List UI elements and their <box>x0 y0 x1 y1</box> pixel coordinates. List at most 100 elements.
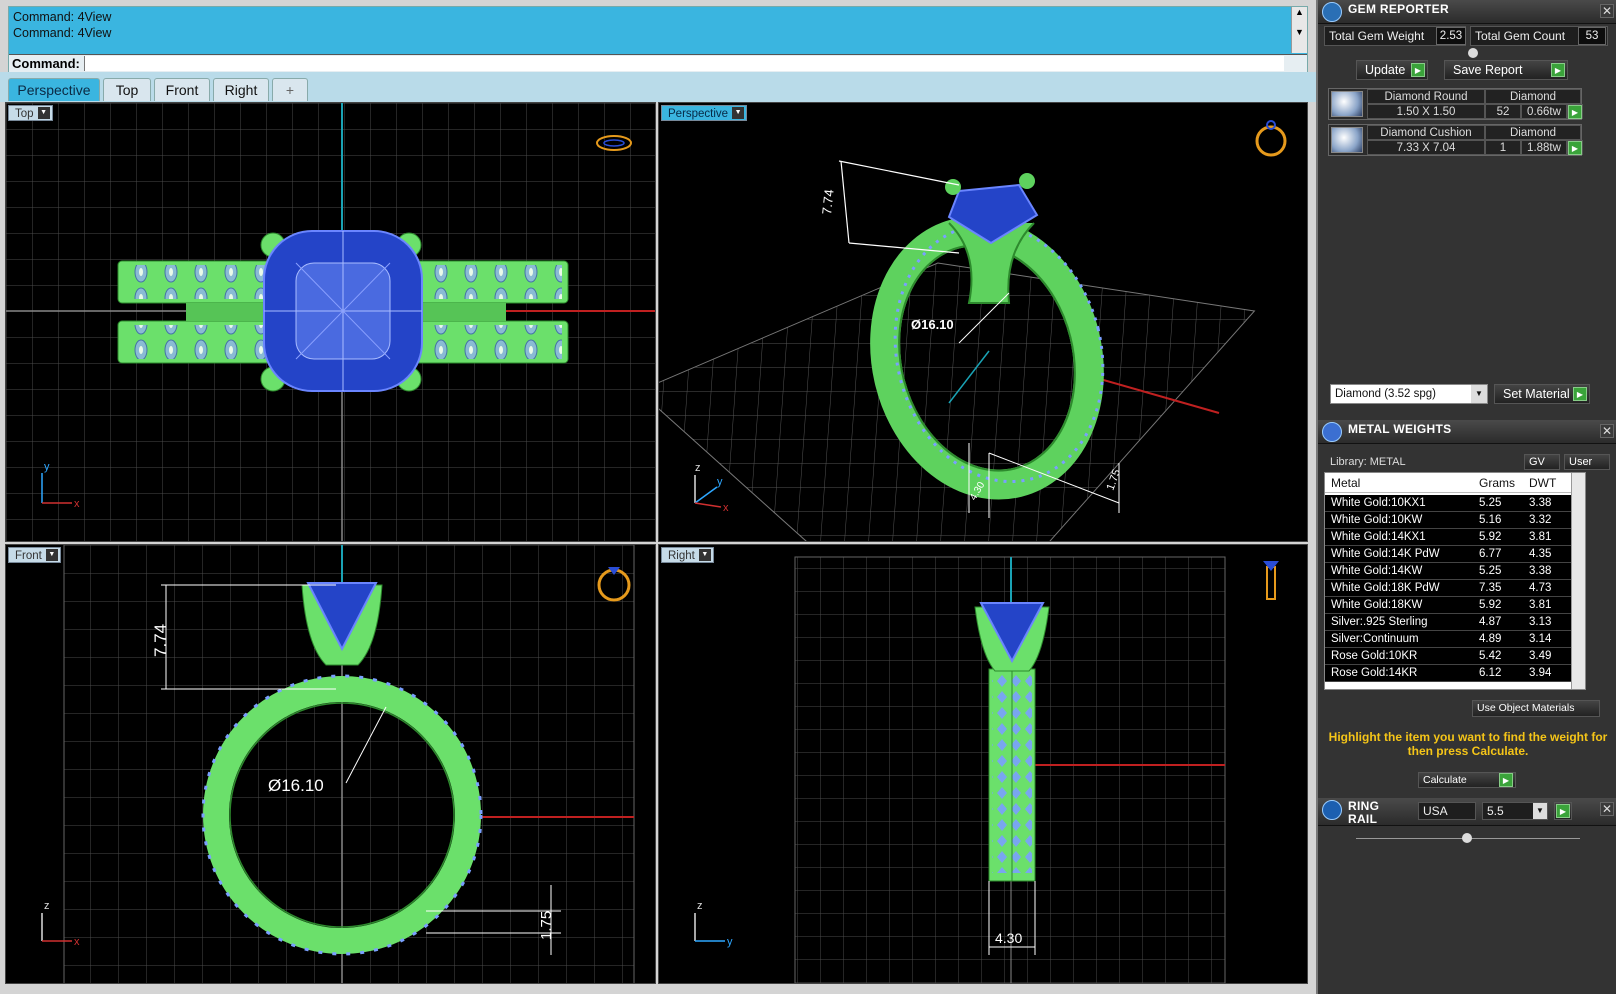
table-cell: 5.25 <box>1479 497 1502 509</box>
table-cell: 5.25 <box>1479 565 1502 577</box>
perspective-view-canvas: 7.74 Ø16.10 1.75 4.30 z y x <box>659 120 1287 541</box>
calculate-button[interactable]: Calculate ▶ <box>1418 772 1516 788</box>
chevron-down-icon[interactable]: ▼ <box>698 549 711 561</box>
front-axis-x: x <box>74 936 80 948</box>
table-row[interactable]: White Gold:10KW 5.16 3.32 <box>1325 512 1585 529</box>
gem-reporter-header: GEM REPORTER ✕ <box>1318 0 1616 24</box>
close-icon[interactable]: ✕ <box>1600 4 1614 18</box>
ring-region-select[interactable]: USA <box>1418 802 1476 820</box>
command-line: Command: <box>9 54 1307 72</box>
table-cell: 5.42 <box>1479 650 1502 662</box>
close-icon[interactable]: ✕ <box>1600 424 1614 438</box>
gem-material: Diamond <box>1485 125 1581 140</box>
table-row[interactable]: White Gold:18K PdW 7.35 4.73 <box>1325 580 1585 597</box>
viewport-label-perspective[interactable]: Perspective ▼ <box>661 105 748 121</box>
user-toggle[interactable]: User <box>1564 454 1610 470</box>
gem-list-item[interactable]: Diamond Cushion 7.33 X 7.04 Diamond 1 1.… <box>1328 124 1583 156</box>
chevron-down-icon[interactable]: ▼ <box>37 107 50 119</box>
use-object-materials-button[interactable]: Use Object Materials <box>1472 700 1600 717</box>
gem-name: Diamond Round <box>1367 89 1485 104</box>
table-row[interactable]: Silver:Continuum 4.89 3.14 <box>1325 631 1585 648</box>
top-axis-x: x <box>74 498 80 510</box>
right-view-canvas: 4.30 z y <box>694 556 1279 983</box>
gem-go-button[interactable]: ▶ <box>1567 140 1583 155</box>
total-gem-count-value: 53 <box>1578 27 1606 45</box>
play-icon: ▶ <box>1568 141 1582 155</box>
ring-rail-icon <box>1322 800 1342 820</box>
play-icon: ▶ <box>1499 773 1513 787</box>
ring-size-select[interactable]: 5.5 ▼ <box>1482 802 1548 820</box>
play-icon: ▶ <box>1568 105 1582 119</box>
table-row[interactable]: White Gold:14K PdW 6.77 4.35 <box>1325 546 1585 563</box>
table-cell: 7.35 <box>1479 582 1502 594</box>
viewport-front[interactable]: 7.74 Ø16.10 1.75 z x Front ▼ <box>5 544 656 984</box>
table-cell: Silver:Continuum <box>1331 633 1419 645</box>
column-header-dwt: DWT <box>1529 476 1557 490</box>
perspective-dim-height: 7.74 <box>819 189 837 216</box>
column-header-grams: Grams <box>1479 476 1515 490</box>
viewport-label-top[interactable]: Top ▼ <box>8 105 53 121</box>
tab-right[interactable]: Right <box>213 78 269 101</box>
close-icon[interactable]: ✕ <box>1600 802 1614 816</box>
command-area: Command: 4View Command: 4View ▲ ▼ Command… <box>8 6 1308 72</box>
table-cell: 3.49 <box>1529 650 1552 662</box>
table-cell: 4.73 <box>1529 582 1552 594</box>
table-row[interactable]: White Gold:14KX1 5.92 3.81 <box>1325 529 1585 546</box>
chevron-down-icon[interactable]: ▼ <box>45 549 58 561</box>
set-material-button[interactable]: Set Material ▶ <box>1494 384 1590 404</box>
column-header-metal: Metal <box>1331 476 1361 490</box>
tab-front[interactable]: Front <box>154 78 210 101</box>
table-row[interactable]: Rose Gold:10KR 5.42 3.49 <box>1325 648 1585 665</box>
gem-weight: 1.88tw <box>1521 140 1567 155</box>
gem-go-button[interactable]: ▶ <box>1567 104 1583 119</box>
splitter-handle[interactable] <box>1468 48 1478 58</box>
table-cell: White Gold:14KW <box>1331 565 1423 577</box>
viewport-perspective[interactable]: 7.74 Ø16.10 1.75 4.30 z y x Perspective ▼ <box>658 102 1308 542</box>
save-report-button[interactable]: Save Report ▶ <box>1444 60 1568 80</box>
update-button[interactable]: Update ▶ <box>1356 60 1428 80</box>
table-row[interactable]: White Gold:10KX1 5.25 3.38 <box>1325 495 1585 512</box>
chevron-down-icon[interactable]: ▼ <box>1471 385 1487 403</box>
table-cell: 5.92 <box>1479 531 1502 543</box>
ring-rail-go-button[interactable]: ▶ <box>1554 802 1572 820</box>
top-axis-y: y <box>44 461 50 473</box>
metal-table-scrollbar[interactable] <box>1571 473 1585 689</box>
viewport-top[interactable]: y x Top ▼ <box>5 102 656 542</box>
ring-rail-slider-handle[interactable] <box>1462 833 1472 843</box>
table-cell: 6.77 <box>1479 548 1502 560</box>
gem-weight: 0.66tw <box>1521 104 1567 119</box>
table-cell: Rose Gold:14KR <box>1331 667 1418 679</box>
table-cell: 5.16 <box>1479 514 1502 526</box>
command-history-scrollbar[interactable]: ▲ ▼ <box>1291 7 1307 53</box>
gem-reporter-title: GEM REPORTER <box>1348 2 1449 16</box>
right-axis-z: z <box>697 900 703 912</box>
viewport-right[interactable]: 4.30 z y Right ▼ <box>658 544 1308 984</box>
tab-top[interactable]: Top <box>103 78 151 101</box>
command-input[interactable] <box>84 56 1284 71</box>
chevron-down-icon[interactable]: ▼ <box>732 107 745 119</box>
table-cell: White Gold:10KX1 <box>1331 497 1426 509</box>
material-select[interactable]: Diamond (3.52 spg) ▼ <box>1330 384 1488 404</box>
table-cell: White Gold:14K PdW <box>1331 548 1440 560</box>
table-cell: Silver:.925 Sterling <box>1331 616 1428 628</box>
metal-table: Metal Grams DWT White Gold:10KX1 5.25 3.38… <box>1324 472 1586 690</box>
right-axis-y: y <box>727 936 733 948</box>
viewport-label-front[interactable]: Front ▼ <box>8 547 61 563</box>
table-cell: White Gold:18K PdW <box>1331 582 1440 594</box>
table-row[interactable]: White Gold:14KW 5.25 3.38 <box>1325 563 1585 580</box>
gv-toggle[interactable]: GV <box>1524 454 1560 470</box>
command-prompt-label: Command: <box>12 56 80 71</box>
add-tab-button[interactable]: + <box>272 78 308 101</box>
table-row[interactable]: Silver:.925 Sterling 4.87 3.13 <box>1325 614 1585 631</box>
table-cell: 3.13 <box>1529 616 1552 628</box>
front-view-canvas: 7.74 Ø16.10 1.75 z x <box>41 545 635 983</box>
metal-weights-header: METAL WEIGHTS ✕ <box>1318 420 1616 444</box>
perspective-axis-x: x <box>723 502 729 514</box>
table-row[interactable]: Rose Gold:14KR 6.12 3.94 <box>1325 665 1585 682</box>
table-row[interactable]: White Gold:18KW 5.92 3.81 <box>1325 597 1585 614</box>
tab-perspective[interactable]: Perspective <box>8 78 100 101</box>
gem-list-item[interactable]: Diamond Round 1.50 X 1.50 Diamond 52 0.6… <box>1328 88 1583 120</box>
front-dim-height: 7.74 <box>151 624 170 657</box>
metal-weights-icon <box>1322 422 1342 442</box>
viewport-label-right[interactable]: Right ▼ <box>661 547 714 563</box>
